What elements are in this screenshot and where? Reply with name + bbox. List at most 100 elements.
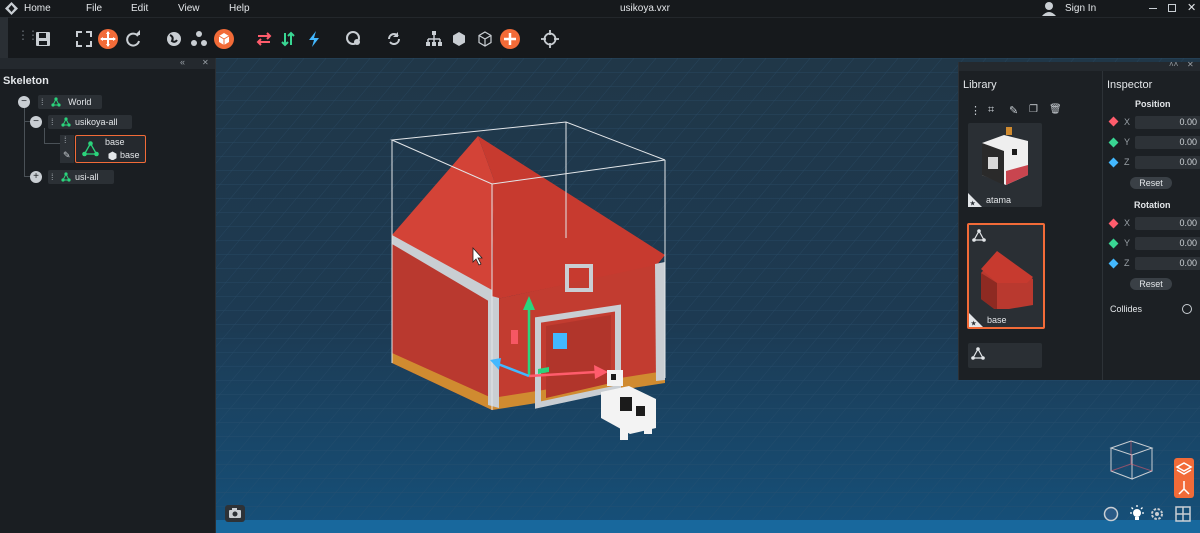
lighting-button[interactable] (1127, 504, 1147, 524)
tree-node-sublabel: base (120, 150, 140, 160)
inspector-title: Inspector (1107, 79, 1153, 91)
menu-help[interactable]: Help (229, 3, 250, 14)
menu-edit[interactable]: Edit (131, 3, 148, 14)
panel-close-icon[interactable]: ✕ (1187, 60, 1194, 69)
rotation-z-input[interactable]: 0.00 (1135, 257, 1200, 270)
z-axis-diamond-icon (1108, 258, 1119, 269)
tree-line (44, 143, 60, 144)
y-axis-diamond-icon (1108, 137, 1119, 148)
position-y-input[interactable]: 0.00 (1135, 136, 1200, 149)
collapse-icon[interactable]: ˄˄ (1169, 60, 1178, 69)
position-z-label: Z (1124, 157, 1130, 167)
world-icon[interactable] (165, 30, 183, 48)
layer-toggle-button[interactable] (1174, 458, 1194, 478)
rotation-x-input[interactable]: 0.00 (1135, 217, 1200, 230)
lightning-icon[interactable] (305, 30, 323, 48)
position-reset-button[interactable]: Reset (1130, 177, 1172, 189)
collapse-icon[interactable]: « (180, 57, 185, 67)
cluster-icon[interactable] (190, 30, 208, 48)
tree-pill[interactable]: ⁞ usikoya-all (48, 115, 132, 129)
menu-file[interactable]: File (86, 3, 102, 14)
drag-handle-icon[interactable]: ⁞ (41, 95, 44, 109)
selected-node-box[interactable]: base base (75, 135, 146, 163)
search-globe-icon[interactable] (345, 30, 363, 48)
tree-pill[interactable]: ⁞ usi-all (48, 170, 114, 184)
house-trim-corner (488, 295, 499, 408)
drag-handle-icon[interactable]: ⁞ (51, 170, 54, 184)
tree-node-base[interactable]: ⁞ ✎ base base (60, 135, 146, 163)
minimize-icon[interactable] (1149, 8, 1157, 9)
tree-node-usikoya-all[interactable]: − ⁞ usikoya-all (30, 115, 132, 129)
tree-icon[interactable] (425, 30, 443, 48)
tree-pill[interactable]: ⁞ World (38, 95, 102, 109)
drag-handle-icon[interactable]: ⁞ (64, 135, 67, 145)
tree-node-usi-all[interactable]: + ⁞ usi-all (30, 170, 130, 184)
library-item-base[interactable]: base ★ (967, 223, 1045, 329)
rotate-icon[interactable] (124, 30, 142, 48)
menu-view[interactable]: View (178, 3, 200, 14)
sphere-view-button[interactable] (1101, 504, 1121, 524)
axis-toggle-button[interactable] (1174, 478, 1194, 498)
rotation-y-input[interactable]: 0.00 (1135, 237, 1200, 250)
camera-button[interactable] (225, 505, 245, 522)
copy-icon[interactable]: ❐ (1029, 104, 1038, 115)
svg-text:★: ★ (970, 200, 976, 208)
window-title: usikoya.vxr (620, 3, 671, 14)
crop-icon[interactable]: ⌗ (988, 104, 994, 117)
app-logo-icon (5, 2, 18, 15)
layers-icon (1175, 462, 1193, 475)
library-item-atama[interactable]: atama ★ (968, 123, 1042, 207)
panel-header-strip: ˄˄ ✕ (959, 60, 1200, 71)
edit-icon[interactable]: ✎ (1009, 104, 1018, 117)
camera-icon (229, 508, 241, 518)
loop-icon[interactable] (385, 30, 403, 48)
star-corner-icon: ★ (969, 313, 983, 327)
drag-handle-icon[interactable]: ⁞ (51, 115, 54, 129)
house-trim-right (655, 262, 665, 381)
rotation-z-label: Z (1124, 258, 1130, 268)
save-icon[interactable] (34, 30, 52, 48)
view-settings-button[interactable] (1147, 504, 1167, 524)
cube-orange-icon[interactable] (214, 29, 234, 49)
swap-v-icon[interactable] (279, 30, 297, 48)
move-icon[interactable] (98, 29, 118, 49)
panel-close-icon[interactable]: ✕ (202, 58, 209, 67)
more-options-icon[interactable]: ⋮ (970, 104, 981, 117)
swap-h-icon[interactable] (255, 30, 273, 48)
gizmo-plane-handle[interactable] (511, 330, 518, 344)
trash-icon[interactable]: 🗑 (1049, 104, 1062, 115)
cube-wire-icon[interactable] (476, 30, 494, 48)
skeleton-node-icon (82, 141, 99, 157)
collides-toggle[interactable] (1182, 304, 1192, 314)
position-z-input[interactable]: 0.00 (1135, 156, 1200, 169)
expand-toggle[interactable]: + (30, 171, 42, 183)
node-side-strip: ⁞ ✎ (60, 135, 74, 163)
add-icon[interactable] (500, 29, 520, 49)
position-x-input[interactable]: 0.00 (1135, 116, 1200, 129)
skeleton-badge-icon (971, 347, 985, 360)
z-axis-diamond-icon (1108, 157, 1119, 168)
library-item-label: base (987, 315, 1007, 325)
target-icon[interactable] (541, 30, 559, 48)
library-inspector-panel: ˄˄ ✕ Library ⋮ ⌗ ✎ ❐ 🗑 Inspector Positio… (958, 60, 1200, 380)
sphere-icon (1103, 506, 1119, 522)
close-window-icon[interactable]: ✕ (1187, 1, 1196, 14)
x-axis-diamond-icon (1108, 116, 1119, 127)
user-icon[interactable] (1042, 1, 1056, 16)
cube-solid-icon[interactable] (450, 30, 468, 48)
tree-node-world[interactable]: − ⁞ World (18, 95, 108, 109)
rotation-reset-button[interactable]: Reset (1130, 278, 1172, 290)
collapse-toggle[interactable]: − (18, 96, 30, 108)
sign-in-link[interactable]: Sign In (1065, 3, 1096, 14)
home-link[interactable]: Home (24, 3, 51, 14)
restore-icon[interactable] (1168, 4, 1176, 12)
grid-view-button[interactable] (1173, 504, 1193, 524)
edit-pencil-icon[interactable]: ✎ (63, 150, 71, 161)
skeleton-panel: « ✕ Skeleton − ⁞ World − ⁞ usikoya-all ⁞… (0, 57, 216, 533)
grid-icon (1175, 506, 1191, 522)
library-item-empty[interactable] (968, 343, 1042, 368)
collapse-toggle[interactable]: − (30, 116, 42, 128)
gear-icon (1151, 508, 1163, 520)
frame-icon[interactable] (75, 30, 93, 48)
atama-thumbnail (982, 127, 1028, 185)
